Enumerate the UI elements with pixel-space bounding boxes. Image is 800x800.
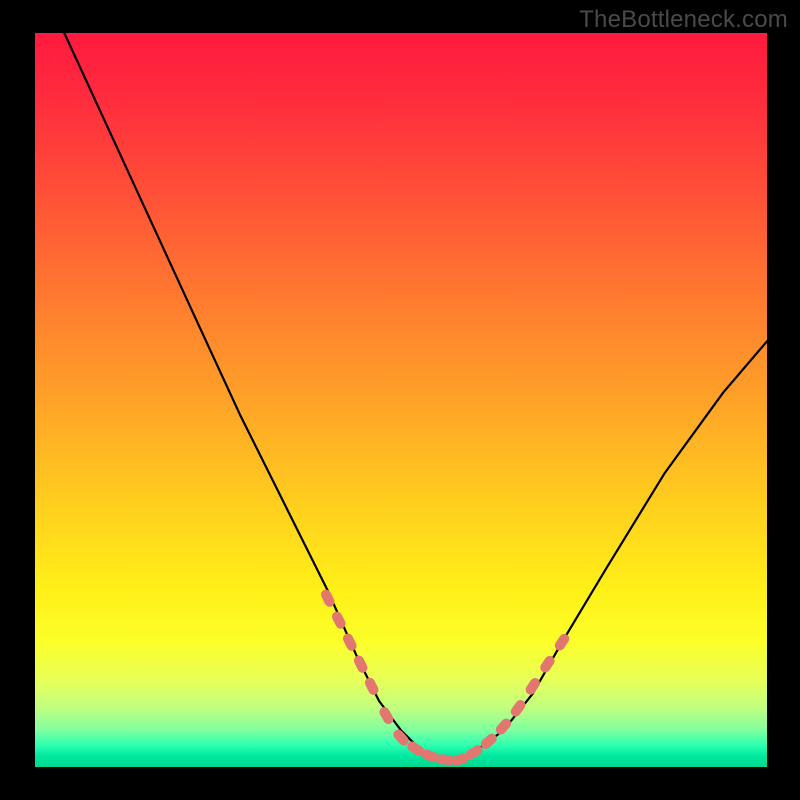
bottleneck-curve — [64, 33, 767, 760]
curve-marker — [363, 676, 380, 697]
curve-marker — [494, 717, 513, 737]
plot-area — [35, 33, 767, 767]
chart-frame: TheBottleneck.com — [0, 0, 800, 800]
curve-svg — [35, 33, 767, 767]
marker-group — [319, 588, 571, 767]
curve-marker — [352, 654, 369, 675]
watermark-text: TheBottleneck.com — [579, 6, 788, 34]
curve-marker — [509, 698, 528, 718]
curve-marker — [341, 632, 358, 653]
curve-marker — [553, 632, 571, 653]
curve-line-group — [64, 33, 767, 760]
curve-marker — [378, 705, 396, 726]
curve-marker — [524, 676, 542, 697]
